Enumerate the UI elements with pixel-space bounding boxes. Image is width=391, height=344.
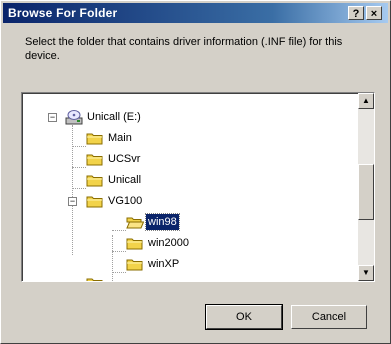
collapse-expander[interactable]: − [68, 197, 77, 206]
folder-icon [86, 133, 103, 145]
tree-node-unicall-drive[interactable]: − Unicall (E:) [22, 108, 342, 126]
folder-icon [86, 154, 103, 166]
tree-node-win98[interactable]: win98 [22, 213, 342, 231]
tree-node-winxp[interactable]: winXP [22, 255, 342, 273]
tree-node-main[interactable]: Main [22, 129, 342, 147]
ok-button[interactable]: OK [205, 304, 283, 330]
collapse-expander[interactable]: − [48, 113, 57, 122]
tree-node-win2000[interactable]: win2000 [22, 234, 342, 252]
scroll-down-button[interactable]: ▼ [358, 265, 374, 281]
tree-node-label: Unicall [108, 174, 142, 186]
help-button[interactable]: ? [348, 6, 364, 20]
tree-node-label: winXP [148, 258, 180, 270]
tree-node-ucsvr[interactable]: UCSvr [22, 150, 342, 168]
folder-icon [86, 196, 103, 208]
tree-node-label: VG100 [108, 195, 143, 207]
tree-node-unicall[interactable]: Unicall [22, 171, 342, 189]
instruction-text: Select the folder that contains driver i… [25, 36, 343, 62]
tree-node-vg100[interactable]: − VG100 [22, 192, 342, 210]
window-title: Browse For Folder [8, 6, 118, 20]
folder-icon [126, 259, 143, 271]
scroll-up-button[interactable]: ▲ [358, 93, 374, 109]
tree-node-label: Unicall (E:) [87, 111, 141, 123]
tree-node-label: UCSvr [108, 153, 141, 165]
folder-icon [86, 175, 103, 187]
open-folder-icon [126, 217, 144, 229]
browse-for-folder-dialog: Browse For Folder ? × Select the folder … [0, 0, 391, 344]
tree-node-label: win2000 [148, 237, 189, 249]
folder-tree[interactable]: − Unicall (E:) Main UCSvr Unicall − VG10… [21, 92, 375, 282]
folder-icon [86, 278, 103, 281]
cancel-button[interactable]: Cancel [291, 305, 367, 329]
tree-node-label: Main [108, 132, 132, 144]
close-button[interactable]: × [366, 6, 382, 20]
title-bar[interactable]: Browse For Folder ? × [3, 3, 388, 23]
folder-icon [126, 238, 143, 250]
cd-drive-icon [65, 110, 83, 125]
vertical-scrollbar[interactable]: ▲ ▼ [358, 93, 374, 281]
tree-node-label-selected: win98 [145, 213, 180, 231]
scroll-thumb[interactable] [358, 164, 374, 220]
